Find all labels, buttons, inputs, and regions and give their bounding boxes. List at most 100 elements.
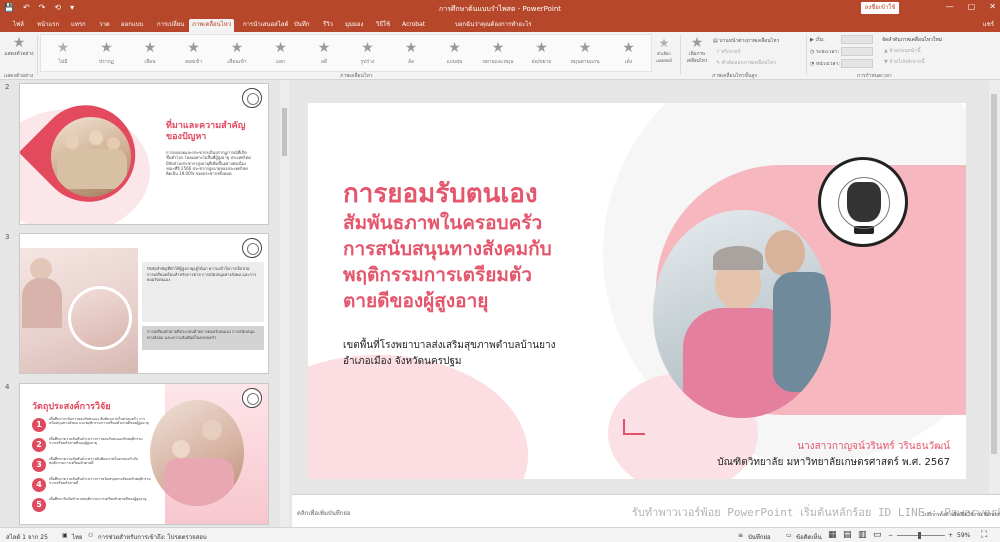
- current-slide[interactable]: การยอมรับตนเอง สัมพันธภาพในครอบครัว การส…: [308, 103, 966, 479]
- tab-13[interactable]: บอกฉันว่าคุณต้องการทำอะไร: [452, 19, 535, 32]
- animation-star-icon: ★: [622, 40, 635, 56]
- sign-in-button[interactable]: ลงชื่อเข้าใช้: [861, 2, 899, 14]
- zoom-level[interactable]: 59%: [957, 532, 970, 539]
- animation-option-label: แยก: [275, 59, 286, 65]
- notes-placeholder[interactable]: คลิกเพื่อเพิ่มบันทึกย่อ: [297, 508, 351, 518]
- animation-option-1[interactable]: ★ ปรากฏ: [89, 41, 125, 66]
- tab-5[interactable]: การเปลี่ยน: [154, 19, 187, 32]
- duration-field[interactable]: [841, 47, 873, 56]
- slide-3-number: 3: [5, 233, 10, 241]
- animation-option-label: ย่อ/ขยาย: [531, 59, 552, 65]
- tab-10[interactable]: มุมมอง: [342, 19, 366, 32]
- ribbon-tabs: ไฟล์ หน้าแรก แทรก วาด ออกแบบ การเปลี่ยน ภาพเคล…: [0, 16, 1000, 32]
- minimize-button[interactable]: —: [946, 2, 954, 11]
- animation-option-3[interactable]: ★ ลอยเข้า: [176, 41, 212, 66]
- preview-button[interactable]: ★ แสดงตัวอย่าง: [4, 36, 34, 58]
- slide-2-thumbnail[interactable]: ที่มาและความสำคัญ ของปัญหา การถดถอยและปร…: [19, 83, 269, 225]
- tab-4[interactable]: ออกแบบ: [118, 19, 146, 32]
- animation-pane-label: บานหน้าต่างภาพเคลื่อนไหว: [719, 38, 780, 44]
- animation-star-icon: ★: [230, 40, 244, 56]
- effect-options-button[interactable]: ★ ตัวเลือกเอฟเฟกต์: [653, 36, 675, 64]
- slide-thumbnail-pane: 2 ที่มาและความสำคัญ ของปัญหา การถดถอยและ…: [0, 80, 290, 527]
- normal-view-icon[interactable]: ▦: [828, 530, 837, 540]
- animation-option-4[interactable]: ★ เลือนเข้า: [219, 41, 255, 66]
- animation-star-icon: ★: [56, 40, 70, 56]
- slide-2-body: การถดถอยและประชากรเป็นปรากฏการณ์ที่เกิดข…: [166, 150, 251, 177]
- animation-option-11[interactable]: ★ ย่อ/ขยาย: [524, 41, 560, 66]
- slideshow-icon[interactable]: ▭: [873, 530, 882, 540]
- animation-painter-button[interactable]: ✎ ตัวคัดลอกภาพเคลื่อนไหว: [716, 59, 776, 67]
- thumbnail-scrollbar[interactable]: [280, 80, 289, 527]
- start-dropdown[interactable]: [841, 35, 873, 44]
- accessibility-icon[interactable]: ⚇: [88, 532, 93, 539]
- slide-4-thumbnail[interactable]: วัตถุประสงค์การวิจัย 1 เพื่อศึกษาระดับการ…: [19, 383, 269, 525]
- zoom-in-icon[interactable]: +: [948, 532, 953, 539]
- reading-view-icon[interactable]: ▥: [858, 530, 867, 540]
- comments-icon[interactable]: ▭: [786, 532, 792, 539]
- tab-6[interactable]: ภาพเคลื่อนไหว: [189, 19, 235, 32]
- tab-1[interactable]: หน้าแรก: [34, 19, 62, 32]
- notes-pane[interactable]: คลิกเพื่อเพิ่มบันทึกย่อ รับทำพาวเวอร์พ้อ…: [292, 494, 1000, 527]
- animation-option-10[interactable]: ★ ขยายและหมุน: [480, 41, 516, 66]
- slide-3-thumbnail[interactable]: ปัจจัยสำคัญที่ทำให้ผู้สูงอายุอยู่ได้แก่ …: [19, 233, 269, 374]
- move-earlier-button[interactable]: ▲ ย้ายก่อนหน้านี้: [884, 47, 921, 55]
- preview-button-label: แสดงตัวอย่าง: [4, 51, 34, 57]
- spellcheck-icon[interactable]: ▣: [62, 532, 68, 539]
- objective-item: 1 เพื่อศึกษาระดับการยอมรับตนเอง สัมพันธภา…: [32, 417, 152, 435]
- animation-option-label: ล้อ: [407, 59, 415, 65]
- animation-option-label: เลือนเข้า: [227, 59, 247, 65]
- delay-field[interactable]: [841, 59, 873, 68]
- duration-label-text: ระยะเวลา:: [815, 49, 840, 55]
- tab-3[interactable]: วาด: [96, 19, 113, 32]
- slide-sorter-icon[interactable]: ▤: [843, 530, 852, 540]
- objective-item: 3 เพื่อศึกษาความสัมพันธ์ระหว่างสัมพันธภาพ…: [32, 457, 152, 475]
- slide-scrollbar[interactable]: [989, 80, 1000, 494]
- tab-12[interactable]: Acrobat: [399, 19, 428, 32]
- animation-option-9[interactable]: ★ แถบสุ่ม: [437, 41, 473, 66]
- zoom-slider[interactable]: [897, 535, 945, 536]
- animation-option-8[interactable]: ★ ล้อ: [393, 41, 429, 66]
- animation-option-13[interactable]: ★ เด้ง: [611, 41, 647, 66]
- slide-editor-pane: การยอมรับตนเอง สัมพันธภาพในครอบครัว การส…: [292, 80, 1000, 494]
- start-label: ▶ เริ่ม:: [810, 36, 825, 44]
- language-indicator[interactable]: ไทย: [72, 532, 83, 542]
- add-animation-button[interactable]: ★ เพิ่มภาพเคลื่อนไหว: [684, 36, 710, 64]
- objective-item: 2 เพื่อศึกษาความสัมพันธ์ระหว่างการยอมรับต…: [32, 437, 152, 455]
- animation-option-5[interactable]: ★ แยก: [263, 41, 299, 66]
- tab-0[interactable]: ไฟล์: [10, 19, 27, 32]
- fit-to-window-icon[interactable]: ⛶: [981, 530, 987, 540]
- share-button[interactable]: แชร์: [983, 19, 994, 29]
- animation-star-icon: ★: [317, 40, 331, 56]
- accessibility-status[interactable]: การช่วยสำหรับการเข้าถึง: โปรดตรวจสอบ: [98, 532, 207, 542]
- objective-number: 1: [32, 418, 46, 432]
- tab-11[interactable]: วิธีใช้: [373, 19, 393, 32]
- trigger-button[interactable]: ⚡ ทริกเกอร์: [716, 48, 741, 56]
- animation-star-icon: ★: [274, 40, 287, 56]
- university-seal-icon: [242, 88, 262, 108]
- elderly-family-photo: [150, 400, 244, 506]
- animation-star-icon: ★: [448, 40, 461, 56]
- animation-option-12[interactable]: ★ หมุนตามแกน: [567, 41, 603, 66]
- close-button[interactable]: ✕: [989, 2, 996, 11]
- animation-option-6[interactable]: ★ ลดี: [306, 41, 342, 66]
- comments-button[interactable]: ข้อคิดเห็น: [796, 532, 822, 542]
- tab-7[interactable]: การนำเสนอสไลด์: [240, 19, 291, 32]
- notes-toggle-button[interactable]: บันทึกย่อ: [748, 532, 771, 542]
- slide-2-title-line2: ของปัญหา: [166, 132, 207, 142]
- zoom-out-icon[interactable]: −: [888, 532, 893, 539]
- animation-option-2[interactable]: ★ เลือน: [132, 41, 168, 66]
- animation-option-7[interactable]: ★ รูปร่าง: [350, 41, 386, 66]
- animation-pane-button[interactable]: ▤ บานหน้าต่างภาพเคลื่อนไหว: [713, 37, 779, 45]
- move-later-button[interactable]: ▼ ย้ายไปหลังจากนี้: [884, 58, 925, 66]
- objective-item: 4 เพื่อศึกษาความสัมพันธ์ระหว่างการสนับสนุ…: [32, 477, 152, 495]
- maximize-button[interactable]: ▢: [968, 2, 976, 11]
- animation-option-0[interactable]: ★ ไม่มี: [45, 41, 81, 66]
- tab-2[interactable]: แทรก: [68, 19, 89, 32]
- elderly-group-photo: [51, 117, 131, 197]
- preview-group-label: แสดงตัวอย่าง: [4, 73, 34, 79]
- tab-8[interactable]: บันทึก: [291, 19, 313, 32]
- animation-option-label: ลดี: [320, 59, 328, 65]
- notes-toggle-icon[interactable]: ≡: [738, 532, 743, 539]
- objective-text: เพื่อศึกษาระดับการยอมรับตนเอง สัมพันธภาพ…: [49, 417, 149, 426]
- tab-9[interactable]: รีวิว: [320, 19, 336, 32]
